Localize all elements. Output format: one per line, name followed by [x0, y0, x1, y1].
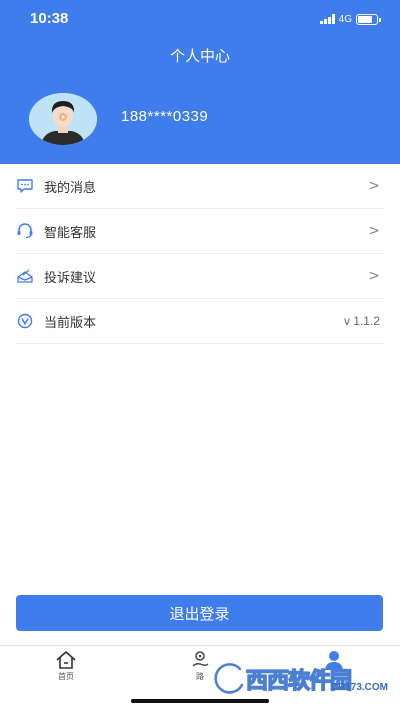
menu-item-feedback[interactable]: 投诉建议 > [16, 254, 384, 299]
version-value: v 1.1.2 [343, 314, 380, 328]
avatar[interactable] [29, 93, 97, 145]
menu-item-label: 智能客服 [44, 225, 97, 241]
feedback-icon [16, 267, 34, 285]
signal-icon [319, 14, 335, 24]
chevron-right-icon: > [368, 178, 380, 194]
menu-item-label: 我的消息 [44, 180, 97, 196]
menu-item-label: 投诉建议 [44, 270, 97, 286]
home-icon [36, 650, 96, 670]
page-title: 个人中心 [169, 47, 230, 65]
status-time: 10:38 [30, 10, 69, 27]
home-indicator [131, 699, 269, 703]
user-phone: 188****0339 [121, 108, 209, 125]
message-icon [16, 177, 34, 195]
watermark-swirl-icon [212, 661, 245, 696]
profile-header: 10:38 4G 个人中心 188****0339 [0, 0, 400, 164]
menu-list: 我的消息 > 智能客服 > 投诉建议 > 当前版本 v 1.1.2 [16, 164, 384, 344]
menu-item-customer-service[interactable]: 智能客服 > [16, 209, 384, 254]
status-indicators: 4G [319, 12, 381, 26]
menu-item-label: 当前版本 [44, 315, 97, 331]
headset-icon [16, 222, 34, 240]
watermark-subtext: CR173.COM [330, 682, 388, 693]
tab-label: 首页 [58, 672, 74, 681]
menu-item-messages[interactable]: 我的消息 > [16, 164, 384, 209]
watermark-logo: 西西软件园 CR173.COM [210, 658, 392, 700]
chevron-right-icon: > [368, 223, 380, 239]
status-bar: 10:38 4G [0, 0, 400, 38]
network-label: 4G [338, 13, 352, 25]
chevron-right-icon: > [368, 268, 380, 284]
version-icon [16, 312, 34, 330]
tab-home[interactable]: 首页 [36, 650, 96, 682]
battery-icon [356, 13, 381, 25]
logout-button[interactable]: 退出登录 [16, 595, 383, 631]
menu-item-version: 当前版本 v 1.1.2 [16, 299, 384, 344]
